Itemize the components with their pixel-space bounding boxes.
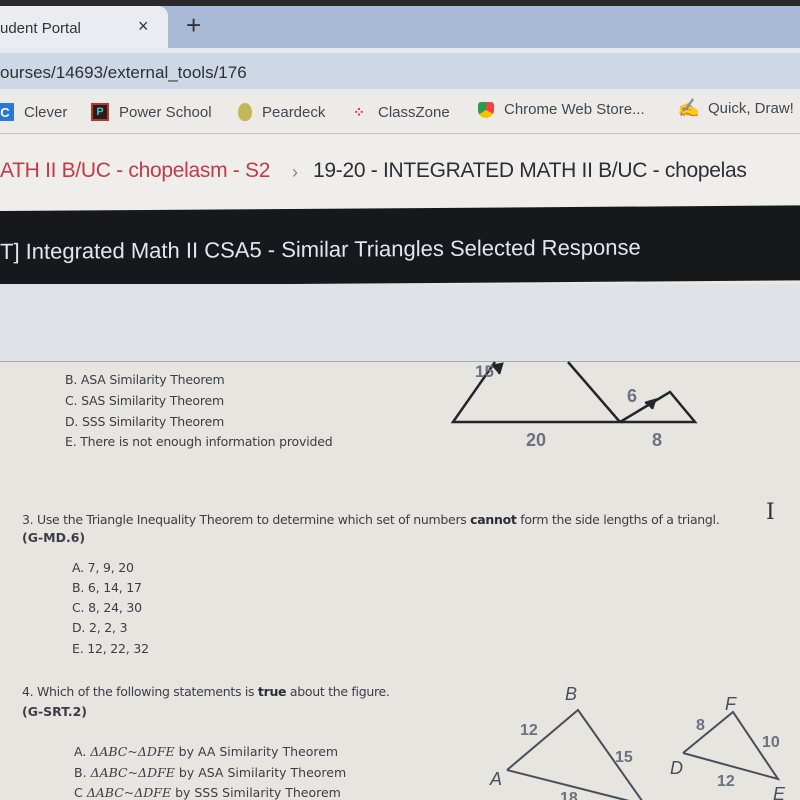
vertex-d: D <box>670 758 683 778</box>
classzone-icon: ⁘ <box>353 103 365 120</box>
side-ab: 12 <box>520 722 538 739</box>
browser-toolbar: ourses/14693/external_tools/176 <box>0 48 800 94</box>
label-15: 15 <box>475 362 494 381</box>
bookmark-label: ClassZone <box>378 103 450 121</box>
bookmark-quick-draw[interactable]: ✍ Quick, Draw! <box>677 97 794 118</box>
parallel-arrow-2 <box>644 398 657 410</box>
content-toolbar <box>0 284 800 362</box>
option-statement: ΔABC~ΔDFE <box>90 744 175 759</box>
q3-text: 3. Use the Triangle Inequality Theorem t… <box>22 512 471 527</box>
q4-emphasis: true <box>257 684 287 699</box>
side-df: 8 <box>696 717 705 734</box>
q3-option-b: B. 6, 14, 17 <box>72 580 142 595</box>
page-title: T] Integrated Math II CSA5 - Similar Tri… <box>0 234 641 264</box>
q2-triangle-figure: 15 6 20 8 <box>450 361 698 450</box>
q4-option-a: A. ΔABC~ΔDFE by AA Similarity Theorem <box>74 744 338 759</box>
q3-option-e: E. 12, 22, 32 <box>72 641 149 656</box>
chrome-web-store-icon <box>478 101 494 118</box>
bookmark-chrome-web-store[interactable]: Chrome Web Store... <box>478 101 645 118</box>
option-reason: by ASA Similarity Theorem <box>178 765 347 780</box>
side-de: 12 <box>717 773 735 790</box>
q3-option-c: C. 8, 24, 30 <box>72 600 142 615</box>
q3-period: . <box>715 512 720 527</box>
powerschool-icon: P <box>91 103 109 121</box>
peardeck-icon <box>238 103 252 121</box>
q2-option-c: C. SAS Similarity Theorem <box>65 393 225 408</box>
clever-icon: C <box>0 103 14 121</box>
q2-option-b: B. ASA Similarity Theorem <box>65 372 225 387</box>
q2-option-e: E. There is not enough information provi… <box>65 434 333 449</box>
side-fe: 10 <box>762 734 780 751</box>
option-reason: by AA Similarity Theorem <box>178 744 339 759</box>
option-letter: C <box>74 785 83 800</box>
option-statement: ΔABC~ΔDFE <box>90 765 175 780</box>
q3-standard: (G-MD.6) <box>22 530 86 545</box>
breadcrumb-separator: › <box>292 162 298 182</box>
bookmark-label: Power School <box>119 103 212 121</box>
q3-text-end: form the side lengths of a triangl <box>516 512 716 527</box>
bookmark-power-school[interactable]: P Power School <box>91 103 212 121</box>
bookmark-classzone[interactable]: ⁘ ClassZone <box>350 103 450 121</box>
text-cursor-icon: I <box>766 500 775 525</box>
q4-text-end: about the figure. <box>286 684 390 699</box>
q4-option-c: C ΔABC~ΔDFE by SSS Similarity Theorem <box>74 785 341 800</box>
q4-standard: (G-SRT.2) <box>22 704 88 719</box>
option-letter: A. <box>74 744 87 759</box>
tab-title: udent Portal <box>0 20 81 37</box>
document-viewer: B. ASA Similarity Theorem C. SAS Similar… <box>0 361 800 800</box>
q4-triangles-figure: B A 12 15 18 D F E 8 10 12 <box>489 684 786 800</box>
browser-tab-active[interactable]: udent Portal × <box>0 6 168 48</box>
label-8: 8 <box>652 430 662 450</box>
q2-option-d: D. SSS Similarity Theorem <box>65 414 225 429</box>
bookmark-clever[interactable]: C Clever <box>0 103 67 121</box>
vertex-f: F <box>725 694 737 714</box>
q3-option-a: A. 7, 9, 20 <box>72 560 134 575</box>
url-text[interactable]: ourses/14693/external_tools/176 <box>0 63 247 83</box>
label-6: 6 <box>627 386 637 406</box>
q4-text: 4. Which of the following statements is <box>22 684 258 699</box>
close-tab-icon[interactable]: × <box>138 16 149 37</box>
option-statement: ΔABC~ΔDFE <box>86 785 172 800</box>
bookmark-label: Quick, Draw! <box>708 99 794 117</box>
bookmark-peardeck[interactable]: Peardeck <box>238 103 325 121</box>
bookmarks-bar: C Clever P Power School Peardeck ⁘ Class… <box>0 94 800 134</box>
new-tab-button[interactable]: + <box>186 10 201 40</box>
q3-prompt: 3. Use the Triangle Inequality Theorem t… <box>22 512 720 527</box>
q4-option-b: B. ΔABC~ΔDFE by ASA Similarity Theorem <box>74 765 346 780</box>
q4-prompt: 4. Which of the following statements is … <box>22 684 390 699</box>
bookmark-label: Clever <box>24 103 68 121</box>
option-letter: B. <box>74 765 87 780</box>
page-title-bar: T] Integrated Math II CSA5 - Similar Tri… <box>0 205 800 286</box>
bookmark-label: Peardeck <box>262 103 326 121</box>
bookmark-label: Chrome Web Store... <box>504 101 645 118</box>
breadcrumb-course-link[interactable]: ATH II B/UC - chopelasm - S2 <box>0 159 270 183</box>
vertex-e: E <box>773 784 786 800</box>
vertex-a: A <box>489 769 502 789</box>
q3-option-d: D. 2, 2, 3 <box>72 620 128 635</box>
tab-strip: udent Portal × + <box>0 6 800 48</box>
label-20: 20 <box>526 430 546 450</box>
quick-draw-icon: ✍ <box>677 97 701 118</box>
vertex-b: B <box>565 684 577 704</box>
breadcrumb: ATH II B/UC - chopelasm - S2 › 19-20 - I… <box>0 135 800 211</box>
side-bc: 15 <box>615 749 633 766</box>
breadcrumb-current: 19-20 - INTEGRATED MATH II B/UC - chopel… <box>313 159 747 182</box>
side-ac: 18 <box>560 790 578 800</box>
address-bar[interactable]: ourses/14693/external_tools/176 <box>0 53 800 89</box>
q3-emphasis: cannot <box>470 512 517 527</box>
option-reason: by SSS Similarity Theorem <box>175 785 341 800</box>
